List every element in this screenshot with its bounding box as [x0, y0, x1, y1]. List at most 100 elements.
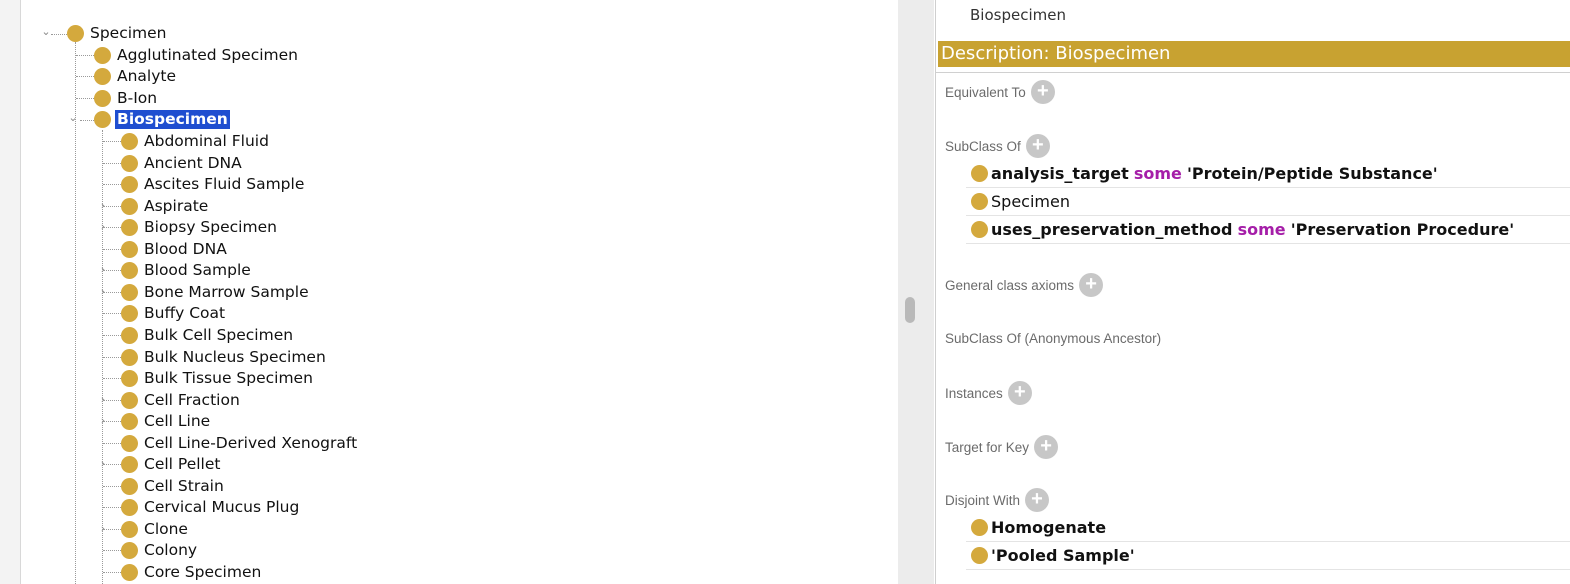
tree-node-label: Blood Sample [144, 261, 251, 280]
tree-connector [103, 270, 121, 272]
tree-node[interactable]: Bone Marrow Sample [121, 282, 309, 303]
add-icon[interactable]: + [1030, 80, 1055, 104]
chevron-down-icon[interactable]: ⌄ [40, 25, 52, 38]
section-label: SubClass Of [945, 138, 1021, 154]
description-body: Equivalent To + SubClass Of + analysis_t… [936, 72, 1570, 584]
tree-node[interactable]: Analyte [94, 66, 176, 87]
left-gutter [0, 0, 21, 584]
tree-connector [76, 55, 94, 56]
tree-node-label: Clone [144, 519, 188, 538]
tree-connector [80, 120, 94, 121]
tree-node[interactable]: Cell Line [121, 411, 210, 432]
section-label: Target for Key [945, 439, 1030, 455]
add-icon[interactable]: + [1025, 134, 1050, 158]
tree-node-label: Blood DNA [144, 239, 227, 258]
tree-node[interactable]: Bulk Cell Specimen [121, 325, 293, 346]
class-dot-icon [121, 133, 138, 150]
class-hierarchy-tree[interactable]: ⌄ Specimen Agglutinated Specimen Analyte… [21, 0, 898, 584]
class-dot-icon [121, 326, 138, 344]
tree-connector [103, 442, 121, 444]
class-dot-icon [121, 564, 138, 581]
tree-node[interactable]: Bulk Nucleus Specimen [121, 347, 326, 368]
tree-node[interactable]: Colony [121, 540, 197, 561]
disjoint-class-label: 'Pooled Sample' [991, 545, 1135, 565]
class-dot-icon [67, 25, 84, 42]
tree-node-label-selected: Biospecimen [115, 110, 230, 129]
class-dot-icon [121, 154, 138, 172]
tree-node[interactable]: Abdominal Fluid [121, 131, 269, 152]
tree-connector [103, 421, 121, 423]
split-pane-drag-handle[interactable] [905, 297, 915, 323]
class-dot-icon [121, 477, 138, 495]
tree-node-label: Bulk Tissue Specimen [144, 369, 313, 388]
disjoint-class-row[interactable]: 'Pooled Sample' [966, 541, 1570, 570]
tree-connector [103, 485, 121, 487]
tree-node-label: Bone Marrow Sample [144, 282, 309, 301]
tree-node[interactable]: B-Ion [94, 88, 157, 109]
tree-node[interactable]: Cell Strain [121, 476, 224, 497]
axiom-filler: 'Preservation Procedure' [1290, 219, 1515, 239]
tree-node-label: Cell Line-Derived Xenograft [144, 433, 358, 452]
tree-node[interactable]: Biopsy Specimen [121, 217, 277, 238]
tree-connector [103, 313, 121, 315]
section-general-class-axioms: General class axioms + [945, 273, 1104, 297]
tree-node[interactable]: Core Specimen [121, 562, 261, 583]
add-icon[interactable]: + [1007, 381, 1032, 405]
tree-node[interactable]: Cell Fraction [121, 390, 240, 411]
tree-node[interactable]: Blood Sample [121, 260, 251, 281]
tree-node[interactable]: Cell Line-Derived Xenograft [121, 433, 357, 454]
class-dot-icon [121, 305, 138, 323]
tree-node-label: Cell Fraction [144, 390, 240, 409]
add-icon[interactable]: + [1025, 488, 1050, 512]
tree-connector [103, 464, 121, 466]
subclass-axiom-row[interactable]: uses_preservation_method some 'Preservat… [966, 215, 1570, 244]
tree-node-label: Cell Strain [144, 476, 224, 495]
tree-node-label: Specimen [90, 24, 167, 42]
class-dot-icon [94, 111, 111, 128]
axiom-keyword: some [1133, 163, 1182, 183]
split-pane-divider[interactable] [898, 0, 934, 584]
tree-node-label: Ancient DNA [144, 153, 242, 172]
tree-connector [103, 334, 121, 336]
tree-node[interactable]: Clone [121, 519, 188, 540]
class-dot-icon [971, 220, 988, 238]
tree-node-label: Biopsy Specimen [144, 218, 277, 237]
tree-node[interactable]: Buffy Coat [121, 303, 225, 324]
tree-node[interactable]: Aspirate [121, 196, 208, 217]
tree-connector [103, 141, 121, 142]
subclass-axiom-row[interactable]: Specimen [966, 187, 1570, 216]
chevron-down-icon[interactable]: ⌄ [67, 111, 79, 124]
tree-node-label: Ascites Fluid Sample [144, 175, 305, 194]
subclass-axiom-row[interactable]: analysis_target some 'Protein/Peptide Su… [966, 159, 1570, 188]
tree-node-label: Colony [144, 541, 198, 560]
class-dot-icon [121, 456, 138, 474]
tree-node[interactable]: Bulk Tissue Specimen [121, 368, 313, 389]
tree-node[interactable]: Agglutinated Specimen [94, 45, 298, 66]
tree-node-biospecimen[interactable]: Biospecimen [94, 109, 230, 130]
tree-node[interactable]: Cervical Mucus Plug [121, 497, 299, 518]
tree-node-label: Cell Pellet [144, 455, 221, 474]
tree-node[interactable]: Cell Pellet [121, 454, 220, 475]
class-dot-icon [94, 47, 111, 64]
class-dot-icon [121, 348, 138, 366]
tree-node-label: Abdominal Fluid [144, 132, 269, 150]
class-dot-icon [94, 90, 111, 107]
tree-node[interactable]: Ascites Fluid Sample [121, 174, 304, 195]
class-dot-icon [121, 176, 138, 194]
tree-node[interactable]: Blood DNA [121, 239, 227, 260]
add-icon[interactable]: + [1034, 435, 1059, 459]
tree-node-label: B-Ion [117, 89, 158, 107]
add-icon[interactable]: + [1079, 273, 1104, 297]
class-dot-icon [121, 262, 138, 280]
class-dot-icon [94, 68, 111, 85]
section-label: Equivalent To [945, 84, 1026, 100]
tree-node[interactable]: Ancient DNA [121, 153, 242, 174]
disjoint-class-row[interactable]: Homogenate [966, 513, 1570, 542]
tree-node-label: Bulk Nucleus Specimen [144, 347, 326, 366]
class-dot-icon [121, 434, 138, 452]
axiom-property: uses_preservation_method [991, 219, 1233, 239]
class-dot-icon [971, 518, 988, 536]
tree-node-specimen[interactable]: Specimen [67, 23, 167, 44]
section-subclass-of: SubClass Of + [945, 134, 1050, 158]
class-dot-icon [121, 283, 138, 301]
